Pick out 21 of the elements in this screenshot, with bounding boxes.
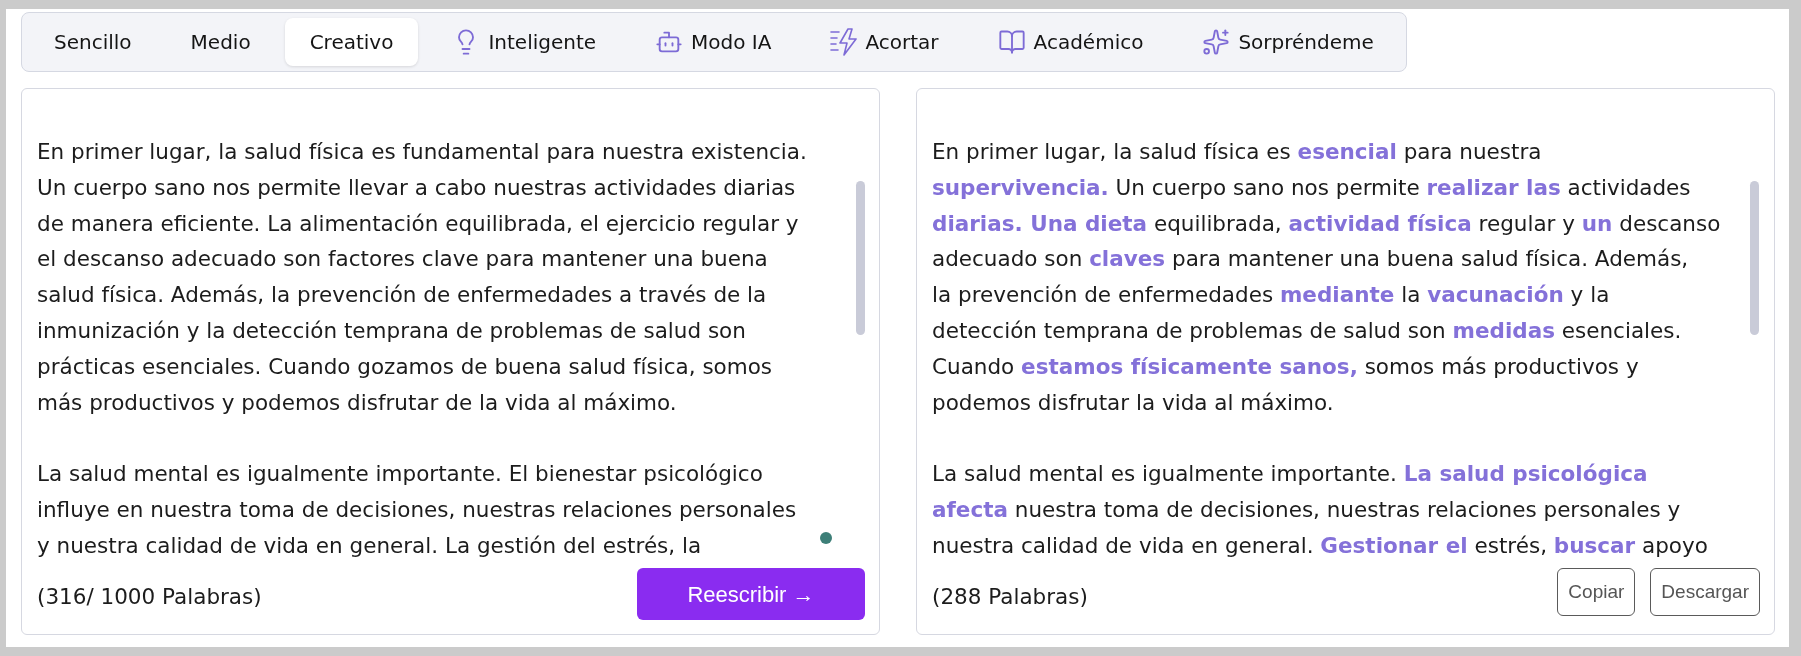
scrollbar-thumb[interactable] <box>856 181 865 335</box>
tab[interactable]: Sencillo <box>29 18 157 66</box>
tab[interactable]: Acortar <box>805 18 964 66</box>
tab[interactable]: Sorpréndeme <box>1177 18 1399 66</box>
copy-button[interactable]: Copiar <box>1557 568 1636 616</box>
tab[interactable]: Académico <box>972 18 1169 66</box>
download-button[interactable]: Descargar <box>1650 568 1760 616</box>
tab[interactable]: Creativo <box>284 18 419 66</box>
tab[interactable]: Medio <box>165 18 276 66</box>
book-icon <box>997 28 1026 56</box>
word-count: (316/ 1000 Palabras) <box>37 583 262 611</box>
word-count: (288 Palabras) <box>932 583 1088 611</box>
tab[interactable]: Modo IA <box>630 18 797 66</box>
output-paragraph: La salud mental es igualmente importante. La salud psicológica afecta nuestra toma de decisiones, nuestras relaciones personales y nuestra calidad de vida en general. Gestionar el estrés, buscar apoyo <box>932 460 1708 560</box>
rewrite-button[interactable]: Reescribir → <box>637 568 865 620</box>
output-paragraph: En primer lugar, la salud física es esencial para nuestra supervivencia. Un cuerpo sano nos permite realizar las actividades diarias. Una dieta equilibrada, actividad física regular y un descanso adecuado son claves para mantener una buena salud física. Además, la prevención de enfermedades mediante la vacunación y la detección temprana de problemas de salud son medidas esenciales. Cuando estamos físicamente sanos, somos más productivos y podemos disfrutar la vida al máximo. <box>932 138 1721 417</box>
tab[interactable]: Inteligente <box>427 18 622 66</box>
sparkles-icon <box>1202 28 1231 56</box>
lightning-icon <box>830 28 858 56</box>
text-input-field[interactable]: En primer lugar, la salud física es fundamental para nuestra existencia. Un cuerpo sano nos permite llevar a cabo nuestras actividades diarias de manera eficiente. La alimentación equilibrada, el ejercicio regular y el descanso adecuado son factores clave para mantener una buena salud física. Además, la prevención de enfermedades a través de la inmunización y la detección temprana de problemas de salud son prácticas esenciales. Cuando gozamos de buena salud física, somos más productivos y podemos disfrutar de la vida al máximo. La salud mental es igualmente importante. El bienestar psicológico influye en nuestra toma de decisiones, nuestras relaciones personales y nuestra calidad de vida en general. La gestión del estrés, la <box>22 89 879 564</box>
scrollbar-thumb[interactable] <box>1750 181 1759 335</box>
